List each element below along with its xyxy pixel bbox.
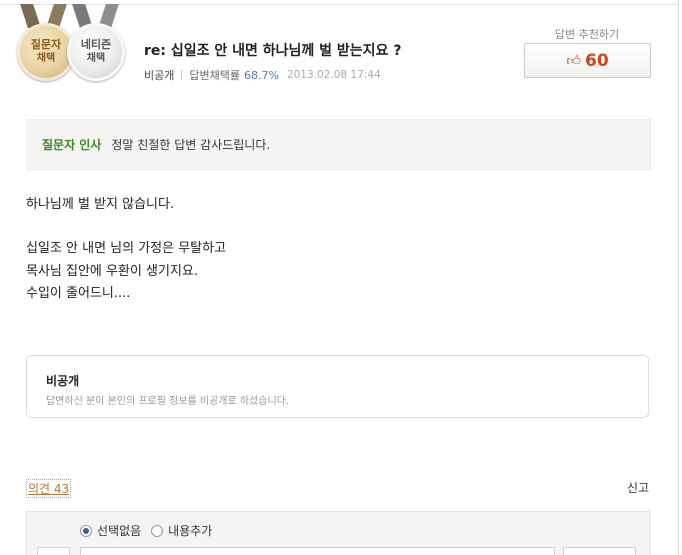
radio-button[interactable] xyxy=(151,524,164,537)
medal-line1: 네티즌 xyxy=(80,38,112,51)
comment-type-radios: 선택없음 내용추가 xyxy=(80,522,222,539)
right-border xyxy=(678,0,679,555)
radio-label: 내용추가 xyxy=(168,524,213,538)
author-name[interactable]: 비공개 xyxy=(144,67,174,83)
answer-body-line: 수입이 줄어드니.... xyxy=(26,286,131,301)
comment-avatar-box xyxy=(37,547,70,555)
questioner-thanks-box: 질문자 인사 정말 친절한 답변 감사드립니다. xyxy=(26,119,651,170)
top-divider xyxy=(0,4,679,5)
comment-input[interactable] xyxy=(80,547,555,555)
medal-line1: 질문자 xyxy=(30,38,62,51)
adopt-rate-value: 68.7% xyxy=(243,68,279,82)
radio-option-add-content[interactable]: 내용추가 xyxy=(151,522,212,539)
netizen-adopted-medal: 네티즌 채택 xyxy=(67,23,125,81)
answer-body-line: 목사님 집안에 우환이 생기지요. xyxy=(26,264,199,279)
thanks-message: 정말 친절한 답변 감사드립니다. xyxy=(111,138,271,152)
thanks-tag: 질문자 인사 xyxy=(42,138,102,152)
recommend-button[interactable]: 👍︎ 60 xyxy=(524,43,651,78)
comment-submit-button[interactable] xyxy=(563,547,636,555)
answer-title: re: 십일조 안 내면 하나님께 벌 받는지요 ? xyxy=(144,43,402,59)
private-profile-box: 비공개 답변하신 분이 본인의 프로필 정보를 비공개로 하셨습니다. xyxy=(26,355,649,418)
opinion-toggle-link[interactable]: 의견 43 xyxy=(26,479,72,498)
profile-title: 비공개 xyxy=(46,374,80,388)
answer-body-line: 하나님께 벌 받지 않습니다. xyxy=(26,197,175,212)
adopt-rate-label: 답변채택률 xyxy=(189,69,240,82)
radio-button[interactable] xyxy=(80,524,92,537)
radio-option-none[interactable]: 선택없음 xyxy=(80,522,141,539)
meta-divider xyxy=(181,70,183,80)
medal-line2: 채택 xyxy=(36,53,56,64)
answer-date: 2013.02.08 17:44 xyxy=(286,69,381,81)
comment-form: 선택없음 내용추가 xyxy=(26,511,650,555)
radio-label: 선택없음 xyxy=(97,524,142,538)
report-link[interactable]: 신고 xyxy=(627,479,649,496)
recommend-count: 60 xyxy=(584,50,609,71)
recommend-label: 답변 추천하기 xyxy=(554,28,620,41)
profile-description: 답변하신 분이 본인의 프로필 정보를 비공개로 하셨습니다. xyxy=(46,396,290,407)
medal-line2: 채택 xyxy=(86,53,106,64)
answer-body-line: 십일조 안 내면 님의 가정은 무탈하고 xyxy=(26,241,227,256)
thumbs-up-icon: 👍︎ xyxy=(566,53,581,69)
answer-meta: 비공개 답변채택률 68.7% 2013.02.08 17:44 xyxy=(144,67,381,83)
